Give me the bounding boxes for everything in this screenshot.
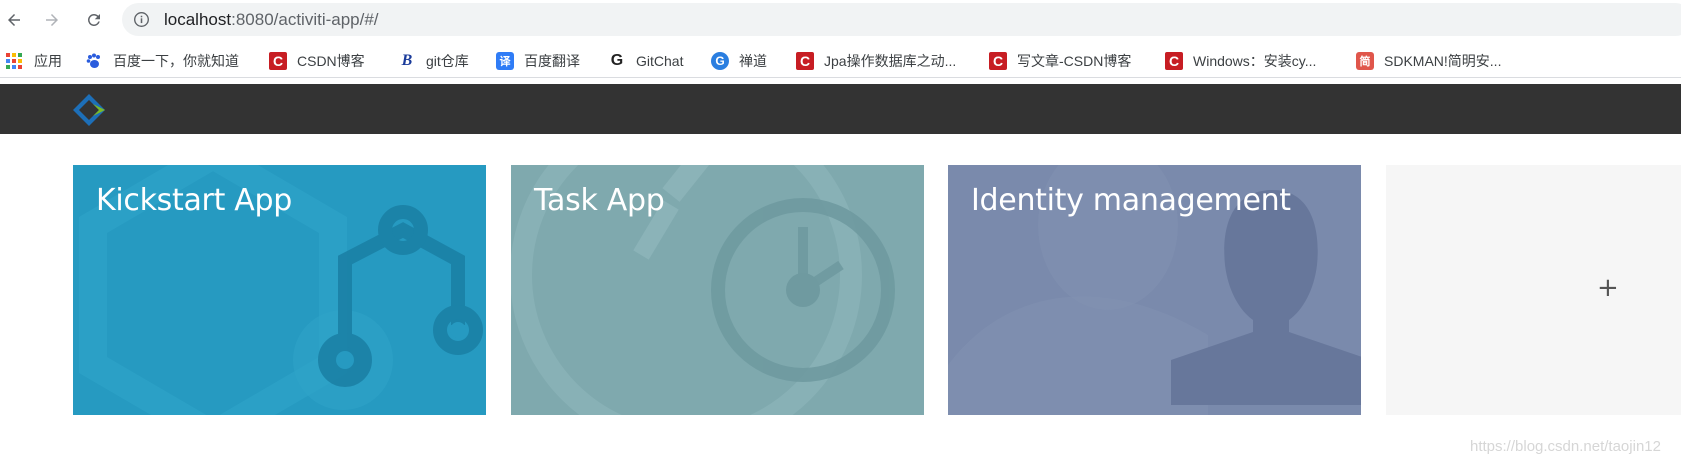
app-header xyxy=(0,84,1681,134)
reload-button[interactable] xyxy=(82,8,106,32)
bookmark-label: CSDN博客 xyxy=(297,53,365,69)
info-circle-icon[interactable] xyxy=(133,11,150,28)
bookmarks-bar: 应用 百度一下，你就知道 C CSDN博客 B git仓库 译 百度翻译 G G… xyxy=(0,43,1681,78)
activiti-logo-icon[interactable] xyxy=(71,92,107,128)
add-app-tile[interactable]: + xyxy=(1386,165,1681,415)
tile-title: Identity management xyxy=(971,183,1291,218)
address-bar[interactable]: localhost:8080/activiti-app/#/ xyxy=(122,3,1681,36)
bookmark-label: Windows：安装cy... xyxy=(1193,53,1317,69)
arrow-right-icon xyxy=(46,14,58,26)
bookmark-label: 应用 xyxy=(34,53,62,69)
url-path: :8080/activiti-app/#/ xyxy=(231,10,379,29)
bookmark-baidu[interactable]: 百度一下，你就知道 xyxy=(85,50,239,72)
bookmark-label: SDKMAN!简明安... xyxy=(1384,53,1502,69)
chandao-icon: G xyxy=(711,52,729,70)
baidu-paw-icon xyxy=(85,52,103,70)
arrow-left-icon xyxy=(8,14,20,26)
csdn-icon: C xyxy=(1165,52,1183,70)
bookmark-label: 禅道 xyxy=(739,53,767,69)
fanyi-icon: 译 xyxy=(496,52,514,70)
bookmark-label: Jpa操作数据库之动... xyxy=(824,53,957,69)
apps-grid-icon xyxy=(6,53,22,69)
bookmark-label: 写文章-CSDN博客 xyxy=(1017,53,1132,69)
csdn-icon: C xyxy=(269,52,287,70)
plus-icon[interactable]: + xyxy=(1597,273,1619,303)
browser-toolbar: localhost:8080/activiti-app/#/ xyxy=(0,0,1681,40)
git-b-icon: B xyxy=(401,52,413,69)
watermark: https://blog.csdn.net/taojin12 xyxy=(1470,438,1661,455)
bookmark-sdkman[interactable]: 简 SDKMAN!简明安... xyxy=(1356,50,1501,72)
bookmark-label: git仓库 xyxy=(426,53,469,69)
csdn-icon: C xyxy=(989,52,1007,70)
task-app-tile[interactable]: Task App xyxy=(511,165,924,415)
bookmark-fanyi[interactable]: 译 百度翻译 xyxy=(496,50,580,72)
bookmark-windows[interactable]: C Windows：安装cy... xyxy=(1165,50,1316,72)
csdn-icon: C xyxy=(796,52,814,70)
bookmark-apps[interactable]: 应用 xyxy=(6,50,62,72)
url-host: localhost xyxy=(164,10,232,29)
url-text[interactable]: localhost:8080/activiti-app/#/ xyxy=(164,10,379,30)
bookmark-gitchat[interactable]: G GitChat xyxy=(608,50,684,72)
bookmark-write-article[interactable]: C 写文章-CSDN博客 xyxy=(989,50,1131,72)
bookmark-jpa[interactable]: C Jpa操作数据库之动... xyxy=(796,50,956,72)
bookmark-csdn[interactable]: C CSDN博客 xyxy=(269,50,365,72)
tile-title: Kickstart App xyxy=(96,183,292,218)
back-button[interactable] xyxy=(2,8,26,32)
jian-icon: 简 xyxy=(1356,52,1374,70)
bookmark-label: 百度一下，你就知道 xyxy=(113,53,239,69)
identity-management-tile[interactable]: Identity management xyxy=(948,165,1361,415)
bookmark-label: GitChat xyxy=(636,53,684,69)
reload-icon xyxy=(87,13,100,26)
bookmark-label: 百度翻译 xyxy=(524,53,580,69)
bookmark-git[interactable]: B git仓库 xyxy=(398,50,469,72)
gitchat-icon: G xyxy=(610,52,624,69)
forward-button[interactable] xyxy=(40,8,64,32)
tile-title: Task App xyxy=(534,183,665,218)
kickstart-app-tile[interactable]: Kickstart App xyxy=(73,165,486,415)
bookmark-chandao[interactable]: G 禅道 xyxy=(711,50,767,72)
